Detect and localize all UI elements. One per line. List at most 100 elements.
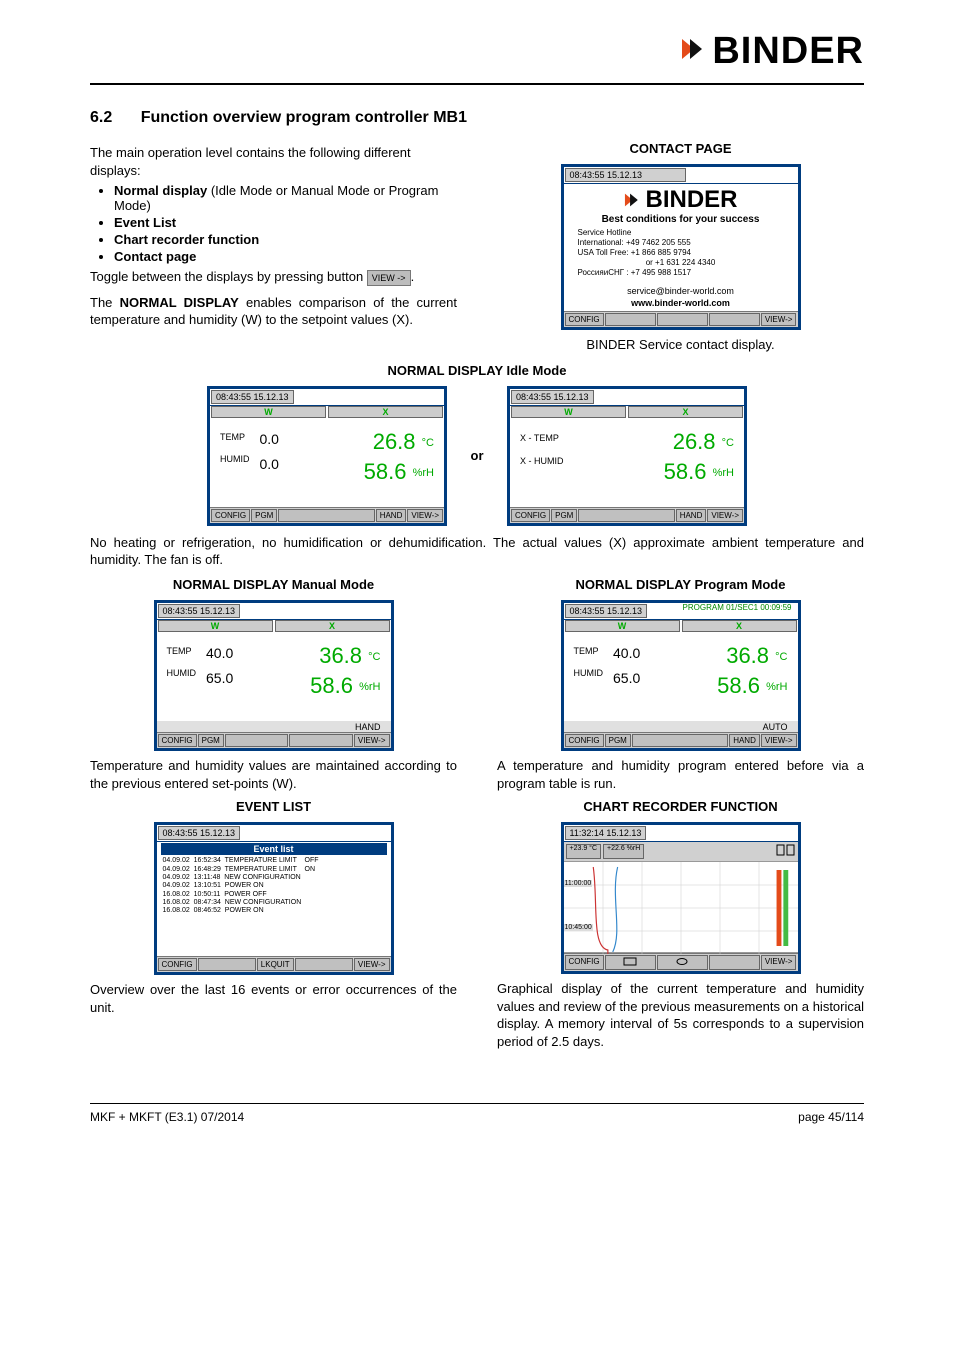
program-x-humid: 58.6: [717, 673, 760, 698]
manual-timestamp: 08:43:55 15.12.13: [158, 604, 241, 618]
idle-b-w-col: W: [511, 406, 626, 418]
config-button[interactable]: CONFIG: [565, 313, 604, 326]
contact-service-lines: Service Hotline International: +49 7462 …: [564, 228, 798, 282]
chart-area: 11:00:00 10:45:00: [564, 861, 798, 953]
chart-timestamp: 11:32:14 15.12.13: [565, 826, 647, 840]
program-humid-label: HUMID: [574, 663, 604, 685]
page: BINDER 6.2 Function overview program con…: [0, 0, 954, 1164]
program-temp-label: TEMP: [574, 641, 604, 663]
lkquit-button[interactable]: LKQUIT: [257, 958, 294, 971]
chart-scroll-icon[interactable]: [657, 955, 708, 970]
idle-panels-row: 08:43:55 15.12.13 W X TEMP HUMID 0.0 0.0…: [90, 386, 864, 526]
event-column: EVENT LIST 08:43:55 15.12.13 Event list …: [90, 799, 457, 1053]
idle-b-xtemp-label: X - TEMP: [520, 427, 564, 450]
brand-logo: BINDER: [680, 30, 864, 73]
view-button[interactable]: VIEW->: [761, 734, 797, 747]
program-panel: 08:43:55 15.12.13 PROGRAM 01/SEC1 00:09:…: [561, 600, 801, 751]
chart-temp-reading: +23.9 °C: [566, 844, 602, 859]
view-button[interactable]: VIEW->: [354, 734, 390, 747]
program-x-col: X: [682, 620, 797, 632]
view-button-inline[interactable]: VIEW ->: [367, 270, 411, 286]
event-rows: 04.09.02 16:52:34 TEMPERATURE LIMIT OFF …: [157, 856, 391, 956]
idle-a-x-col: X: [328, 406, 443, 418]
normal-idle-title: NORMAL DISPLAY Idle Mode: [90, 363, 864, 378]
pgm-button[interactable]: PGM: [551, 509, 577, 522]
view-button[interactable]: VIEW->: [354, 958, 390, 971]
idle-b-x-humid: 58.6: [664, 459, 707, 484]
pgm-button[interactable]: PGM: [251, 509, 277, 522]
event-row: 16.08.02 08:46:52 POWER ON: [163, 907, 385, 915]
idle-a-w-humid: 0.0: [260, 452, 279, 477]
view-button[interactable]: VIEW->: [407, 509, 443, 522]
page-footer: MKF + MKFT (E3.1) 07/2014 page 45/114: [90, 1103, 864, 1124]
config-button[interactable]: CONFIG: [158, 958, 197, 971]
chart-caption: Graphical display of the current tempera…: [497, 980, 864, 1050]
manual-panel: 08:43:55 15.12.13 W X TEMP HUMID 40.0 65…: [154, 600, 394, 751]
or-separator: or: [457, 448, 497, 463]
hand-button[interactable]: HAND: [676, 509, 707, 522]
hand-button[interactable]: HAND: [729, 734, 760, 747]
contact-page-title: CONTACT PAGE: [497, 141, 864, 156]
event-timestamp: 08:43:55 15.12.13: [158, 826, 241, 840]
manual-temp-label: TEMP: [167, 641, 197, 663]
event-panel: 08:43:55 15.12.13 Event list 04.09.02 16…: [154, 822, 394, 975]
intro-column: The main operation level contains the fo…: [90, 141, 457, 357]
page-header: BINDER: [90, 30, 864, 73]
contact-links: service@binder-world.com www.binder-worl…: [564, 286, 798, 309]
config-button[interactable]: CONFIG: [211, 509, 250, 522]
program-w-humid: 65.0: [613, 666, 640, 691]
section-number: 6.2: [90, 109, 112, 126]
config-button[interactable]: CONFIG: [565, 734, 604, 747]
bullet-chart-recorder: Chart recorder function: [114, 232, 457, 247]
idle-panel-b: 08:43:55 15.12.13 W X X - TEMP X - HUMID…: [507, 386, 747, 526]
manual-w-col: W: [158, 620, 273, 632]
program-title: NORMAL DISPLAY Program Mode: [497, 577, 864, 592]
event-row: 04.09.02 16:52:34 TEMPERATURE LIMIT OFF: [163, 857, 385, 865]
toggle-instruction: Toggle between the displays by pressing …: [90, 268, 457, 286]
header-separator: [90, 83, 864, 85]
view-button[interactable]: VIEW->: [707, 509, 743, 522]
chart-title: CHART RECORDER FUNCTION: [497, 799, 864, 814]
bullet-normal-display: Normal display (Idle Mode or Manual Mode…: [114, 183, 457, 213]
contact-panel: 08:43:55 15.12.13 BINDER Best conditions…: [561, 164, 801, 330]
manual-w-temp: 40.0: [206, 641, 233, 666]
program-column: NORMAL DISPLAY Program Mode 08:43:55 15.…: [497, 577, 864, 795]
marker-icon: [776, 844, 796, 859]
program-x-temp: 36.8: [726, 643, 769, 668]
pgm-button[interactable]: PGM: [198, 734, 224, 747]
idle-a-temp-label: TEMP: [220, 427, 250, 449]
manual-hand-indicator: HAND: [157, 721, 391, 732]
contact-caption: BINDER Service contact display.: [497, 336, 864, 354]
event-list-title: EVENT LIST: [90, 799, 457, 814]
normal-display-description: The NORMAL DISPLAY enables comparison of…: [90, 294, 457, 329]
pgm-button[interactable]: PGM: [605, 734, 631, 747]
section-heading: 6.2 Function overview program controller…: [90, 109, 864, 127]
idle-a-x-humid: 58.6: [364, 459, 407, 484]
contact-column: CONTACT PAGE 08:43:55 15.12.13 BINDER Be…: [497, 141, 864, 357]
contact-slogan: Best conditions for your success: [564, 214, 798, 225]
program-caption: A temperature and humidity program enter…: [497, 757, 864, 792]
idle-a-x-temp: 26.8: [373, 429, 416, 454]
chart-time-1: 11:00:00: [564, 880, 593, 887]
event-row: 16.08.02 10:50:11 POWER OFF: [163, 891, 385, 899]
config-button[interactable]: CONFIG: [511, 509, 550, 522]
manual-caption: Temperature and humidity values are main…: [90, 757, 457, 792]
feature-list: Normal display (Idle Mode or Manual Mode…: [114, 183, 457, 264]
brand-arrow-icon: [680, 30, 706, 73]
idle-a-timestamp: 08:43:55 15.12.13: [211, 390, 294, 404]
idle-a-w-col: W: [211, 406, 326, 418]
chart-zoom-icon[interactable]: [605, 955, 656, 970]
contact-panel-logo: BINDER: [564, 184, 798, 214]
footer-doc-id: MKF + MKFT (E3.1) 07/2014: [90, 1110, 244, 1124]
manual-w-humid: 65.0: [206, 666, 233, 691]
chart-panel: 11:32:14 15.12.13 +23.9 °C +22.6 %rH: [561, 822, 801, 974]
view-button[interactable]: VIEW->: [761, 313, 797, 326]
manual-x-col: X: [275, 620, 390, 632]
intro-text: The main operation level contains the fo…: [90, 144, 457, 179]
manual-x-humid: 58.6: [310, 673, 353, 698]
hand-button[interactable]: HAND: [376, 509, 407, 522]
config-button[interactable]: CONFIG: [158, 734, 197, 747]
config-button[interactable]: CONFIG: [565, 955, 604, 970]
section-title: Function overview program controller MB1: [141, 109, 467, 126]
view-button[interactable]: VIEW->: [761, 955, 797, 970]
